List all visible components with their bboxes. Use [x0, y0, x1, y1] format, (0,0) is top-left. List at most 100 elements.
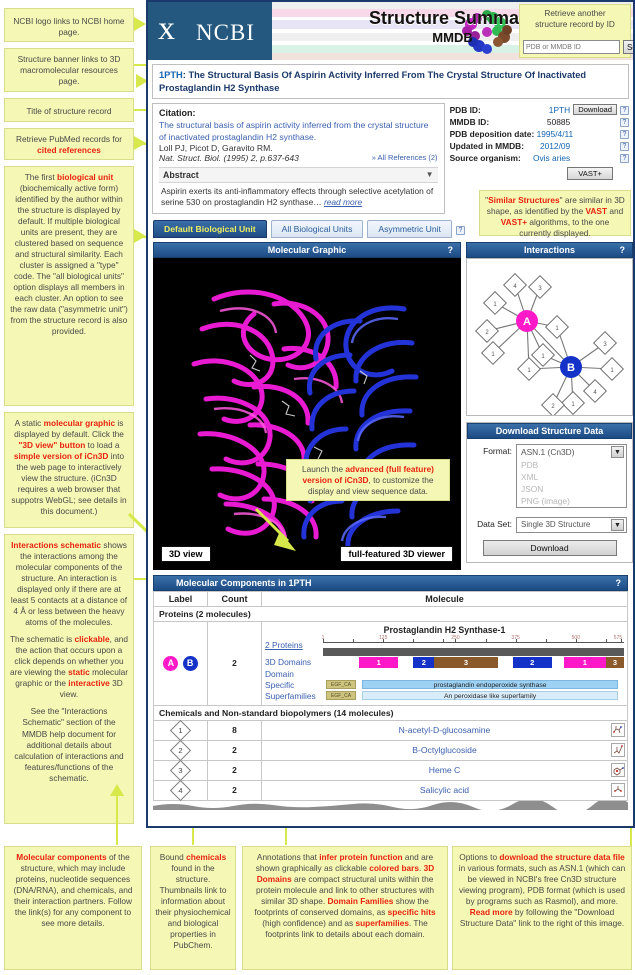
note-biological-unit: The first biological unit (biochemically…: [4, 166, 134, 406]
ncbi-logo-link[interactable]: x NCBI: [148, 2, 272, 60]
section-row-chemicals: Chemicals and Non-standard biopolymers (…: [153, 704, 628, 721]
pdb-id-value[interactable]: 1PTH: [530, 104, 573, 116]
abstract-toggle[interactable]: Abstract ▼: [159, 166, 438, 183]
table-row: Updated in MMDB: 2012/09 ?: [450, 140, 629, 152]
domain-segment[interactable]: 1: [359, 656, 399, 668]
all-references-link[interactable]: » All References (2): [372, 153, 438, 162]
organism-label: Source organism:: [449, 152, 521, 163]
protein-count: 2: [207, 620, 262, 706]
table-row: Source organism: Ovis aries ?: [450, 152, 629, 164]
cd-label-specific[interactable]: EGF_CA: [326, 680, 357, 690]
view-3d-button[interactable]: 3D view: [161, 545, 211, 562]
molecule-title[interactable]: Prostaglandin H2 Synthase-1: [265, 625, 624, 635]
interactions-schematic[interactable]: 21 43 11 11 31 41 2 A B: [466, 257, 633, 416]
help-icon[interactable]: ?: [448, 245, 454, 255]
chem-name-link[interactable]: N-acetyl-D-glucosamine: [265, 725, 624, 735]
chem-badge-2[interactable]: 2: [169, 739, 192, 761]
note-annotations: Annotations that infer protein function …: [242, 846, 448, 970]
pdb-id-label: PDB ID:: [449, 104, 481, 115]
download-submit-button[interactable]: Download: [482, 539, 617, 556]
row-label-superfamilies[interactable]: Superfamilies: [265, 691, 323, 701]
annotated-screenshot: NCBI logo links to NCBI home page. Struc…: [0, 0, 635, 975]
help-icon[interactable]: ?: [620, 245, 626, 255]
dataset-select[interactable]: Single 3D Structure ▼: [516, 516, 627, 533]
domain-segment[interactable]: 2: [512, 656, 552, 668]
tab-default-biological-unit[interactable]: Default Biological Unit: [153, 219, 267, 238]
interactions-title: Interactions: [523, 244, 575, 255]
sequence-ruler: 1 125 250 375 500 575: [322, 635, 624, 656]
tab-all-biological-units[interactable]: All Biological Units: [270, 219, 364, 238]
download-button[interactable]: Download: [573, 104, 617, 116]
table-row: A B 2 Prostaglandin H2 Synthase-1 2 Prot…: [153, 620, 628, 706]
help-icon[interactable]: ?: [620, 130, 629, 140]
chem-badge-4[interactable]: 4: [169, 779, 192, 801]
help-icon[interactable]: ?: [620, 142, 629, 152]
mmdb-id-value: 50885: [546, 116, 571, 127]
citation-title-link[interactable]: The structural basis of aspirin activity…: [159, 120, 438, 143]
format-option-xml[interactable]: XML: [517, 471, 626, 483]
read-more-link[interactable]: read more: [324, 197, 362, 207]
chevron-down-icon[interactable]: ▼: [611, 445, 624, 458]
note-pubmed: Retrieve PubMed records for cited refere…: [4, 128, 134, 160]
download-structure-data-panel: Download Structure Data Format: ASN.1 (C…: [466, 421, 633, 563]
help-icon[interactable]: ?: [620, 154, 629, 164]
abstract-body: Aspirin exerts its anti-inflammatory eff…: [161, 185, 434, 208]
row-label-3d-domains[interactable]: 3D Domains: [265, 657, 323, 667]
cd-label-superfamily[interactable]: EGF_CA: [326, 691, 357, 701]
row-label-specific[interactable]: Specific: [265, 680, 323, 690]
chem-name-link[interactable]: Heme C: [265, 765, 624, 775]
chem-name-link[interactable]: Salicylic acid: [265, 785, 624, 795]
full-featured-3d-viewer-button[interactable]: full-featured 3D viewer: [340, 545, 453, 562]
col-header-label: Label: [153, 590, 208, 607]
help-icon[interactable]: ?: [620, 106, 629, 116]
domain-segment[interactable]: 2: [413, 656, 435, 668]
chevron-down-icon[interactable]: ▼: [611, 518, 624, 531]
chem-name-link[interactable]: B-Octylglucoside: [265, 745, 624, 755]
table-row: PDB ID: 1PTH Download ?: [450, 104, 629, 116]
domain-segment[interactable]: 1: [563, 656, 606, 668]
organism-value[interactable]: Ovis aries: [530, 152, 573, 164]
download-panel-bar[interactable]: Download Structure Data: [467, 422, 632, 439]
search-button[interactable]: Search: [623, 40, 633, 54]
format-option-png[interactable]: PNG (image): [517, 495, 626, 507]
chem-count: 2: [207, 759, 262, 781]
mmdb-id-label: MMDB ID:: [449, 116, 490, 127]
row-label-proteins[interactable]: 2 Proteins: [265, 640, 323, 650]
help-icon[interactable]: ?: [455, 225, 465, 235]
citation-panel: Citation: The structural basis of aspiri…: [152, 103, 445, 214]
chem-count: 2: [207, 739, 262, 761]
chem-badge-3[interactable]: 3: [169, 759, 192, 781]
cd-bar-specific[interactable]: prostaglandin endoperoxide synthase: [362, 680, 618, 690]
chemical-structure-thumbnail[interactable]: [611, 722, 625, 737]
note-launch-icn3d: Launch the advanced (full feature) versi…: [286, 458, 450, 501]
molecular-components-panel-bar: Molecular Components in 1PTH ?: [153, 574, 628, 591]
format-option-pdb[interactable]: PDB: [517, 459, 626, 471]
chemical-structure-thumbnail[interactable]: [611, 762, 625, 777]
molecular-components-title: Molecular Components in 1PTH: [176, 577, 312, 588]
node-b-label: B: [567, 362, 575, 374]
chem-badge-1[interactable]: 1: [169, 719, 192, 741]
retrieve-label-line2: structure record by ID: [535, 18, 615, 29]
note-structure-banner: Structure banner links to 3D macromolecu…: [4, 48, 134, 92]
sequence-bar[interactable]: [323, 647, 624, 656]
graphics-row: Molecular Graphic ? 3D view full-feature…: [153, 241, 633, 570]
chemical-structure-thumbnail[interactable]: [611, 742, 625, 757]
chemical-structure-thumbnail[interactable]: [611, 782, 625, 797]
dataset-selected-value: Single 3D Structure: [521, 520, 591, 530]
molecular-graphic-image[interactable]: 3D view full-featured 3D viewer Launch t…: [153, 257, 461, 570]
chain-chip-b[interactable]: B: [182, 655, 198, 671]
chain-chip-a[interactable]: A: [163, 655, 179, 671]
lead-molcomp-v: [116, 795, 118, 845]
search-input[interactable]: [523, 40, 620, 54]
help-icon[interactable]: ?: [616, 578, 622, 588]
row-label-domain: Domain: [265, 668, 294, 679]
protein-graphical-summary: Prostaglandin H2 Synthase-1 2 Proteins 1…: [265, 624, 624, 703]
help-icon[interactable]: ?: [620, 118, 629, 128]
domain-segment[interactable]: 3: [605, 656, 624, 668]
tab-asymmetric-unit[interactable]: Asymmetric Unit: [367, 219, 452, 238]
cd-bar-superfamily[interactable]: An peroxidase like superfamily: [362, 691, 618, 701]
format-option-json[interactable]: JSON: [517, 483, 626, 495]
domain-segment[interactable]: 3: [434, 656, 498, 668]
vast-plus-button[interactable]: VAST+: [567, 167, 613, 181]
format-select[interactable]: ASN.1 (Cn3D) ▼ PDB XML JSON PNG (image): [516, 443, 627, 508]
